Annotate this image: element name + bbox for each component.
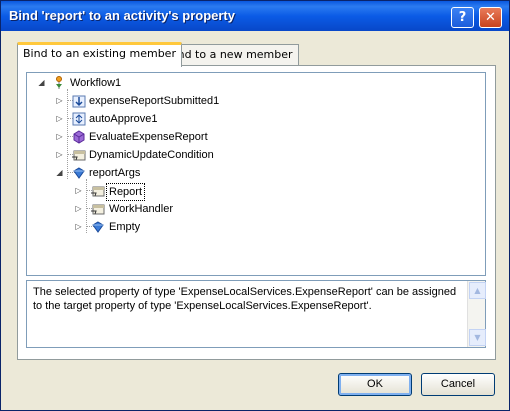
scroll-up-icon[interactable]: ▲ [469,282,486,299]
ok-button[interactable]: OK [338,373,412,396]
tree-node-label: reportArgs [89,167,141,179]
field-icon [91,220,105,234]
activity-icon [72,112,86,126]
expand-icon[interactable]: ▷ [55,111,64,127]
expand-icon[interactable]: ▷ [55,93,64,109]
member-tree[interactable]: ◢ Workflow1 ▷ expenseReportSubmitted1 ▷ [26,72,486,276]
tree-node-label: DynamicUpdateCondition [89,149,214,161]
collapse-icon[interactable]: ◢ [55,165,64,181]
expand-icon[interactable]: ▷ [55,147,64,163]
tree-node-label: expenseReportSubmitted1 [89,95,220,107]
tab-existing-member[interactable]: Bind to an existing member [17,42,182,67]
tree-node-label: autoApprove1 [89,113,158,125]
event-activity-icon [72,94,86,108]
collapse-icon[interactable]: ◢ [37,75,46,91]
property-icon [91,202,105,216]
help-button[interactable]: ? [451,7,474,28]
description-text: The selected property of type 'ExpenseLo… [33,286,457,312]
property-icon [91,184,105,198]
tree-node-label: EvaluateExpenseReport [89,131,208,143]
tab-panel: ◢ Workflow1 ▷ expenseReportSubmitted1 ▷ [17,65,496,360]
property-icon [72,148,86,162]
tree-node-label: Empty [109,221,141,233]
expand-icon[interactable]: ▷ [74,201,83,217]
close-button[interactable]: ✕ [479,7,502,28]
bind-dialog: Bind 'report' to an activity's property … [0,0,510,411]
scroll-down-icon[interactable]: ▼ [469,329,486,346]
title-bar[interactable]: Bind 'report' to an activity's property … [1,1,509,31]
tree-line [67,89,68,179]
tree-line [86,179,87,233]
description-box: The selected property of type 'ExpenseLo… [26,280,486,348]
tree-node-label: Workflow1 [70,77,122,89]
method-icon [72,130,86,144]
expand-icon[interactable]: ▷ [74,183,83,199]
field-icon [72,166,86,180]
expand-icon[interactable]: ▷ [74,219,83,235]
tree-node-label: WorkHandler [109,203,173,215]
cancel-button[interactable]: Cancel [421,373,495,396]
window-title: Bind 'report' to an activity's property [9,8,235,23]
expand-icon[interactable]: ▷ [55,129,64,145]
description-scrollbar[interactable]: ▲ ▼ [467,281,486,347]
tree-node-label-selected: Report [106,183,146,201]
workflow-icon [52,76,66,90]
